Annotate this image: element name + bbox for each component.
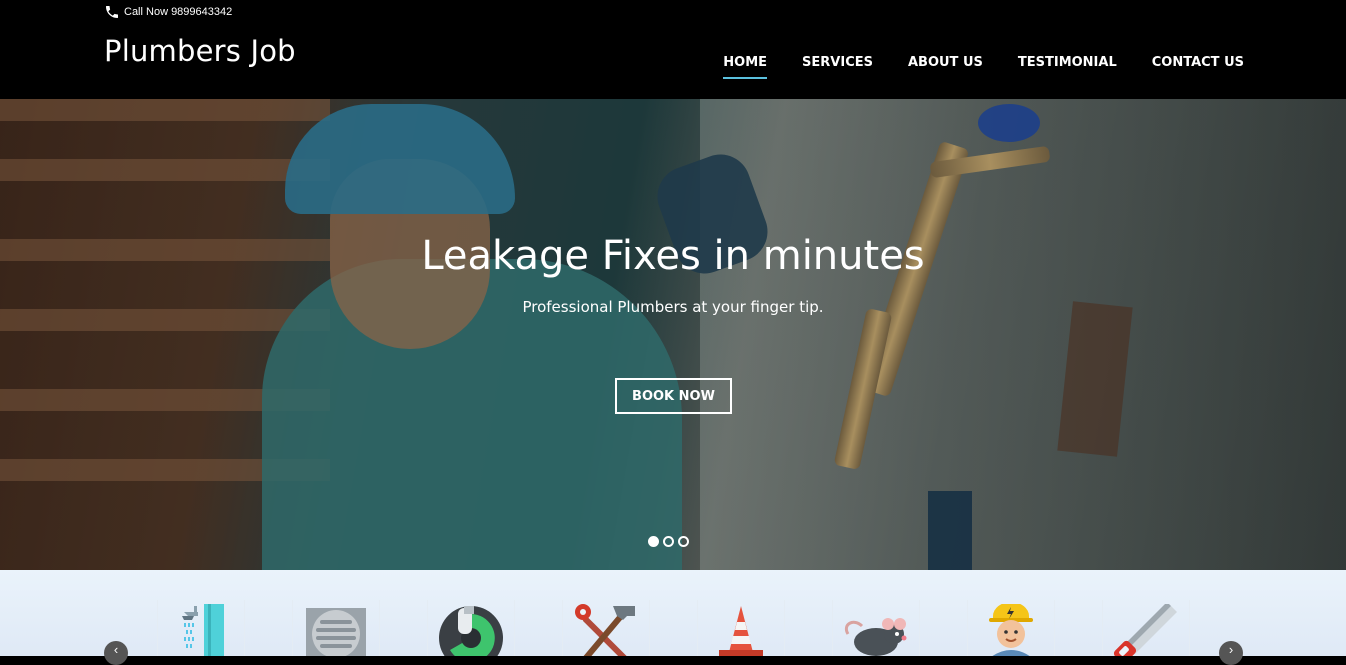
service-safety[interactable] (697, 600, 785, 656)
shower-icon (182, 604, 224, 656)
services-carousel (0, 570, 1346, 656)
call-now-bar[interactable]: Call Now 9899643342 (104, 2, 232, 22)
traffic-cone-icon (719, 606, 763, 656)
slider-dot-1[interactable] (648, 536, 659, 547)
service-carpentry[interactable] (1102, 600, 1190, 656)
site-logo[interactable]: Plumbers Job (104, 34, 296, 68)
service-electrician[interactable] (967, 600, 1055, 656)
service-drain[interactable] (292, 600, 380, 656)
hero-title: Leakage Fixes in minutes (421, 233, 925, 279)
nav-testimonial[interactable]: TESTIMONIAL (1018, 54, 1117, 80)
pipe-gauge-icon (439, 606, 503, 656)
hero-subtitle: Professional Plumbers at your finger tip… (522, 298, 824, 316)
hammer-wrench-icon (575, 604, 635, 656)
main-nav: HOME SERVICES ABOUT US TESTIMONIAL CONTA… (688, 54, 1244, 80)
electrician-icon (989, 604, 1033, 656)
slider-dot-2[interactable] (663, 536, 674, 547)
slider-dot-3[interactable] (678, 536, 689, 547)
nav-services[interactable]: SERVICES (802, 54, 873, 80)
rat-icon (845, 618, 907, 656)
service-repair-tools[interactable] (562, 600, 650, 656)
nav-contact-us[interactable]: CONTACT US (1152, 54, 1244, 80)
service-shower[interactable] (157, 600, 245, 656)
site-header: Call Now 9899643342 Plumbers Job HOME SE… (0, 0, 1346, 99)
carousel-next-button[interactable]: › (1219, 641, 1243, 665)
hand-saw-icon (1113, 604, 1177, 656)
phone-icon (106, 6, 118, 18)
service-pipe-gauge[interactable] (427, 600, 515, 656)
phone-text: Call Now 9899643342 (124, 6, 233, 18)
drain-grate-icon (306, 608, 366, 656)
hero-slider: Leakage Fixes in minutes Professional Pl… (0, 99, 1346, 570)
carousel-prev-button[interactable]: ‹ (104, 641, 128, 665)
service-pest-control[interactable] (832, 600, 920, 656)
book-now-button[interactable]: BOOK NOW (615, 378, 732, 414)
nav-home[interactable]: HOME (723, 54, 767, 80)
slider-dots (648, 536, 689, 547)
nav-about-us[interactable]: ABOUT US (908, 54, 983, 80)
